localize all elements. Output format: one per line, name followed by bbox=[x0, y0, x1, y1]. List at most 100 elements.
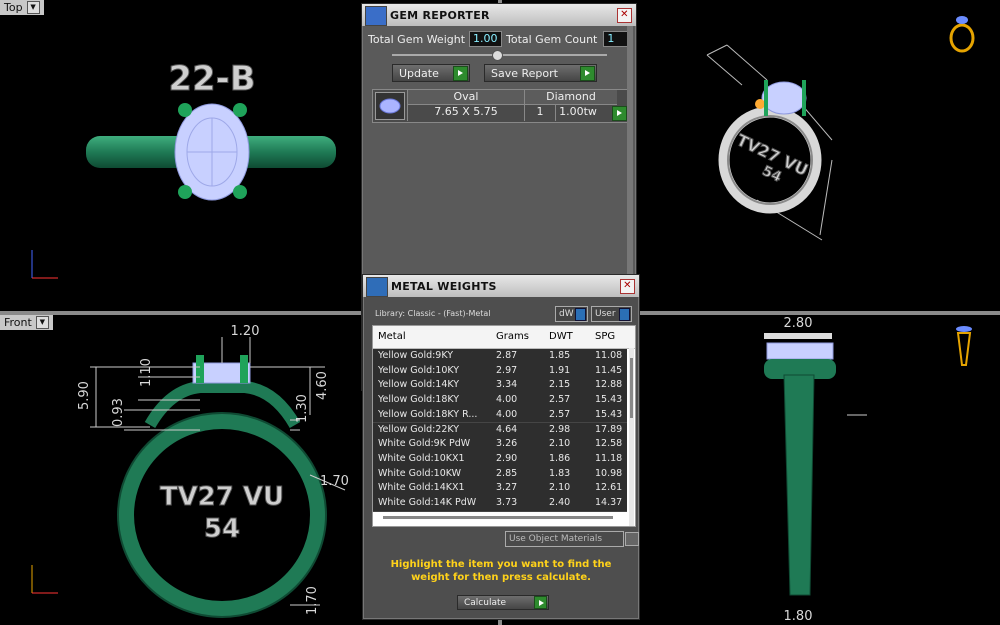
checkbox-icon[interactable] bbox=[625, 532, 639, 546]
grams-cell: 2.97 bbox=[496, 364, 518, 376]
table-row[interactable]: Yellow Gold:14KY 3.34 2.15 12.88 bbox=[373, 378, 627, 395]
prong bbox=[233, 185, 247, 199]
close-icon[interactable]: ✕ bbox=[617, 8, 632, 23]
dim-5: 0.93 bbox=[111, 398, 126, 427]
col-dwt[interactable]: DWT bbox=[549, 331, 573, 342]
metal-weights-icon bbox=[366, 277, 388, 297]
dwt-cell: 2.40 bbox=[549, 497, 571, 508]
gem-qty-cell: 1 bbox=[524, 105, 555, 121]
gem-row-play-icon[interactable] bbox=[612, 106, 627, 121]
spg-cell: 11.18 bbox=[595, 452, 623, 464]
gem-weight-cell: 1.00tw bbox=[555, 105, 600, 121]
use-object-materials-label: Use Object Materials bbox=[509, 534, 603, 544]
table-row[interactable]: Yellow Gold:22KY 4.64 2.98 17.89 bbox=[373, 422, 627, 439]
metal-weights-titlebar[interactable]: METAL WEIGHTS ✕ bbox=[363, 275, 639, 297]
table-row[interactable]: Yellow Gold:18KY R... 4.00 2.57 15.43 bbox=[373, 407, 627, 424]
dw-toggle-icon bbox=[575, 308, 586, 321]
metal-cell: White Gold:14KX1 bbox=[378, 482, 465, 494]
dwt-cell: 1.91 bbox=[549, 364, 571, 376]
grams-cell: 3.34 bbox=[496, 379, 518, 391]
metal-table[interactable]: Metal Grams DWT SPG Yellow Gold:9KY 2.87 1… bbox=[372, 325, 636, 527]
gem-reporter-titlebar[interactable]: GEM REPORTER ✕ bbox=[362, 4, 636, 26]
dw-selector[interactable]: dW bbox=[555, 306, 588, 322]
gem-size-cell: 7.65 X 5.75 bbox=[407, 105, 524, 121]
side-orientation-icon[interactable] bbox=[956, 326, 972, 366]
metal-cell: Yellow Gold:18KY R... bbox=[378, 408, 478, 420]
table-row[interactable]: White Gold:14KX1 3.27 2.10 12.61 bbox=[373, 481, 627, 497]
right-dim-bottom: 1.80 bbox=[784, 609, 813, 624]
axis-gizmo bbox=[31, 250, 58, 279]
front-engraving-line2: 54 bbox=[204, 514, 240, 544]
play-icon bbox=[453, 66, 468, 81]
grams-cell: 3.26 bbox=[496, 438, 518, 450]
spg-cell: 15.43 bbox=[595, 394, 623, 406]
play-icon bbox=[534, 596, 547, 609]
spg-cell: 14.37 bbox=[595, 497, 623, 508]
metal-cell: Yellow Gold:18KY bbox=[378, 394, 460, 406]
library-label: Library: Classic - (Fast)-Metal bbox=[375, 309, 491, 318]
col-metal[interactable]: Metal bbox=[378, 331, 406, 342]
use-object-materials-checkbox[interactable]: Use Object Materials bbox=[505, 531, 639, 547]
calculate-button-label: Calculate bbox=[464, 597, 507, 608]
metal-cell: White Gold:14K PdW bbox=[378, 497, 477, 508]
calculate-button[interactable]: Calculate bbox=[457, 595, 549, 610]
grams-cell: 4.64 bbox=[496, 423, 518, 435]
table-row[interactable]: White Gold:10KX1 2.90 1.86 11.18 bbox=[373, 451, 627, 468]
gem-table[interactable]: Oval 7.65 X 5.75 Diamond 1 1.00tw bbox=[372, 89, 629, 123]
spg-cell: 15.43 bbox=[595, 408, 623, 420]
dwt-cell: 2.15 bbox=[549, 379, 571, 391]
play-icon bbox=[580, 66, 595, 81]
total-gem-count-label: Total Gem Count bbox=[506, 32, 598, 46]
metal-cell: White Gold:10KX1 bbox=[378, 452, 465, 464]
dwt-cell: 2.10 bbox=[549, 438, 571, 450]
metal-table-vscroll[interactable] bbox=[629, 348, 634, 526]
metal-cell: Yellow Gold:14KY bbox=[378, 379, 460, 391]
table-row[interactable]: White Gold:10KW 2.85 1.83 10.98 bbox=[373, 466, 627, 483]
table-row[interactable]: White Gold:14K PdW 3.73 2.40 14.37 bbox=[373, 496, 627, 512]
gem-shape-icon bbox=[375, 92, 405, 120]
gem-slider-track[interactable] bbox=[392, 50, 607, 61]
dim-4: 4.60 bbox=[315, 371, 330, 400]
dwt-cell: 2.57 bbox=[549, 408, 571, 420]
top-view-tag: 22-B bbox=[168, 59, 255, 99]
close-icon[interactable]: ✕ bbox=[620, 279, 635, 294]
table-row[interactable]: Yellow Gold:9KY 2.87 1.85 11.08 bbox=[373, 349, 627, 365]
spg-cell: 12.58 bbox=[595, 438, 623, 450]
dim-1: 1.20 bbox=[231, 324, 260, 339]
col-spg[interactable]: SPG bbox=[595, 331, 615, 342]
grams-cell: 2.87 bbox=[496, 350, 518, 361]
spg-cell: 10.98 bbox=[595, 467, 623, 479]
metal-table-hscroll[interactable] bbox=[383, 516, 613, 519]
metal-cell: White Gold:10KW bbox=[378, 467, 462, 479]
dim-3: 1.10 bbox=[139, 358, 154, 387]
dim-7: 1.70 bbox=[320, 474, 349, 489]
metal-cell: Yellow Gold:9KY bbox=[378, 350, 454, 361]
spg-cell: 11.08 bbox=[595, 350, 623, 361]
dwt-cell: 1.83 bbox=[549, 467, 571, 479]
dwt-cell: 1.85 bbox=[549, 350, 571, 361]
table-row[interactable]: Yellow Gold:18KY 4.00 2.57 15.43 bbox=[373, 393, 627, 409]
metal-weights-title: METAL WEIGHTS bbox=[391, 279, 497, 293]
axis-gizmo bbox=[31, 565, 58, 594]
spg-cell: 17.89 bbox=[595, 423, 623, 435]
dwt-cell: 2.98 bbox=[549, 423, 571, 435]
front-engraving-line1: TV27 VU bbox=[160, 482, 284, 512]
save-report-button[interactable]: Save Report bbox=[484, 64, 597, 82]
metal-cell: White Gold:9K PdW bbox=[378, 438, 471, 450]
table-row[interactable]: White Gold:9K PdW 3.26 2.10 12.58 bbox=[373, 437, 627, 453]
grams-cell: 4.00 bbox=[496, 394, 518, 406]
save-report-button-label: Save Report bbox=[491, 66, 558, 80]
user-selector[interactable]: User bbox=[591, 306, 632, 322]
update-button[interactable]: Update bbox=[392, 64, 470, 82]
col-grams[interactable]: Grams bbox=[496, 331, 529, 342]
grams-cell: 2.90 bbox=[496, 452, 518, 464]
gem-slider-thumb[interactable] bbox=[492, 50, 503, 61]
gem-reporter-title: GEM REPORTER bbox=[390, 8, 490, 22]
total-gem-weight-value: 1.00 bbox=[469, 31, 502, 47]
update-button-label: Update bbox=[399, 66, 439, 80]
gem-reporter-icon bbox=[365, 6, 387, 26]
dim-6: 1.30 bbox=[295, 394, 310, 423]
dw-selector-label: dW bbox=[559, 309, 574, 319]
metal-weights-panel: METAL WEIGHTS ✕ Library: Classic - (Fast… bbox=[362, 274, 640, 620]
table-row[interactable]: Yellow Gold:10KY 2.97 1.91 11.45 bbox=[373, 363, 627, 380]
